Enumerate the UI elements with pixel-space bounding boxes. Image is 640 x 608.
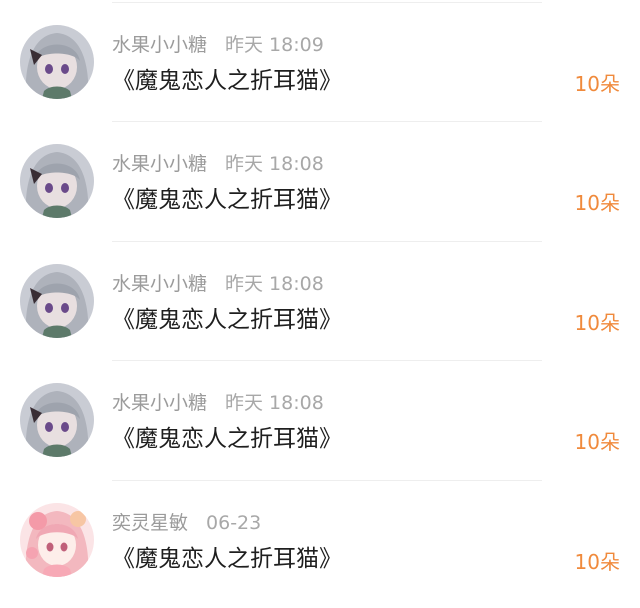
gray-haired-anime-girl-icon [20,263,94,338]
list-item[interactable]: 水果小小糖 昨天 18:08 《魔鬼恋人之折耳猫》 10朵 [0,122,640,242]
gift-count: 10朵 [574,72,620,96]
row-meta: 奕灵星敏 06-23 [112,510,261,536]
timestamp: 昨天 18:08 [225,272,324,295]
row-meta: 水果小小糖 昨天 18:09 [112,32,324,58]
username[interactable]: 水果小小糖 [112,392,207,414]
work-title[interactable]: 《魔鬼恋人之折耳猫》 [112,424,342,454]
work-title[interactable]: 《魔鬼恋人之折耳猫》 [112,305,342,335]
avatar[interactable] [20,502,94,577]
gray-haired-anime-girl-icon [20,383,94,458]
timestamp: 06-23 [206,511,262,534]
work-title[interactable]: 《魔鬼恋人之折耳猫》 [112,185,342,215]
gray-haired-anime-girl-icon [20,25,94,99]
gray-haired-anime-girl-icon [20,144,94,219]
gift-count: 10朵 [574,549,620,574]
list-item[interactable]: 奕灵星敏 06-23 《魔鬼恋人之折耳猫》 10朵 [0,481,640,600]
username[interactable]: 水果小小糖 [112,273,207,295]
avatar[interactable] [20,144,94,219]
avatar[interactable] [20,263,94,338]
pink-haired-anime-girl-icon [20,502,94,577]
list-item[interactable]: 水果小小糖 昨天 18:08 《魔鬼恋人之折耳猫》 10朵 [0,242,640,362]
username[interactable]: 水果小小糖 [112,153,207,175]
list-item[interactable]: 水果小小糖 昨天 18:08 《魔鬼恋人之折耳猫》 10朵 [0,361,640,481]
gift-count: 10朵 [574,430,620,455]
row-meta: 水果小小糖 昨天 18:08 [112,271,324,297]
row-meta: 水果小小糖 昨天 18:08 [112,390,324,416]
username[interactable]: 奕灵星敏 [112,512,188,534]
timestamp: 昨天 18:08 [225,153,324,176]
avatar[interactable] [20,383,94,458]
work-title[interactable]: 《魔鬼恋人之折耳猫》 [112,544,342,574]
timestamp: 昨天 18:08 [225,392,324,415]
list-item[interactable]: 水果小小糖 昨天 18:09 《魔鬼恋人之折耳猫》 10朵 [0,3,640,123]
gift-record-list: 水果小小糖 昨天 18:09 《魔鬼恋人之折耳猫》 10朵 水果小小糖 昨天 18:… [0,3,640,600]
row-meta: 水果小小糖 昨天 18:08 [112,151,324,177]
avatar[interactable] [20,25,94,99]
gift-count: 10朵 [574,191,620,216]
timestamp: 昨天 18:09 [225,34,324,56]
username[interactable]: 水果小小糖 [112,34,207,56]
gift-count: 10朵 [574,310,620,335]
work-title[interactable]: 《魔鬼恋人之折耳猫》 [112,66,342,96]
